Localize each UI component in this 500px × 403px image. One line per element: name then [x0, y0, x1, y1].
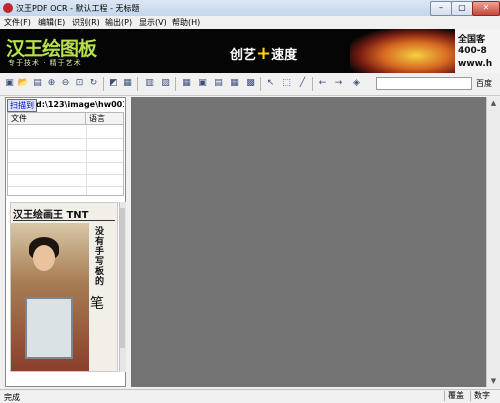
layout-grid-icon[interactable]: ▦	[228, 77, 241, 90]
save-icon[interactable]: ▤	[31, 77, 44, 90]
thumbnail-photo	[11, 223, 89, 371]
back-arrow-icon[interactable]: ←	[316, 77, 329, 90]
banner-promo: 全国客 400-8 www.h	[455, 29, 500, 73]
toolbar-separator	[103, 77, 104, 91]
status-numlock: 数字	[470, 391, 490, 401]
thumbnail-vertical-text: 没有手写板的	[95, 227, 105, 287]
thumbnail-calligraphy: 笔	[90, 296, 104, 312]
zoom-in-icon[interactable]: ⊕	[45, 77, 58, 90]
promo-line-3: www.h	[458, 59, 493, 69]
photo-drawing-board	[25, 297, 73, 359]
vertical-scrollbar[interactable]: ▲ ▼	[486, 97, 500, 387]
toolbar-separator	[260, 77, 261, 91]
open-icon[interactable]: 📂	[17, 77, 30, 90]
minimize-button[interactable]: –	[430, 1, 452, 16]
banner-swoosh-graphic	[350, 29, 460, 73]
zoom-out-icon[interactable]: ⊖	[59, 77, 72, 90]
title-bar: 汉王PDF OCR - 默认工程 - 无标题 – ▢ ✕	[0, 0, 500, 17]
menu-edit[interactable]: 编辑(E)	[38, 17, 65, 28]
left-panel: 扫描到 d:\123\image\hw001.tif 文件 语言 汉王绘画王 T…	[5, 97, 126, 387]
app-icon	[3, 3, 13, 13]
text-region-icon[interactable]: ▥	[143, 77, 156, 90]
forward-arrow-icon[interactable]: →	[332, 77, 345, 90]
thumbnail-header: 汉王绘画王 TNT	[13, 210, 89, 221]
toolbar-separator	[175, 77, 176, 91]
menu-recognize[interactable]: 识别(R)	[72, 17, 100, 28]
window-title: 汉王PDF OCR - 默认工程 - 无标题	[16, 4, 140, 13]
status-bar: 完成 覆盖 数字	[0, 389, 500, 403]
photo-face	[33, 245, 55, 271]
banner-ad[interactable]: 汉王绘图板 专于技术 · 精于艺术 创艺+速度 全国客 400-8 www.h	[0, 29, 500, 73]
toolbar: ▣ 📂 ▤ ⊕ ⊖ ⊡ ↻ ◩ ▦ ▥ ▨ ▦ ▣ ▤ ▦ ▩ ↖ ⬚ ╱ ← …	[0, 73, 500, 96]
search-engine-label[interactable]: 百度	[476, 78, 492, 89]
table-row[interactable]	[8, 150, 123, 151]
search-input[interactable]	[376, 77, 472, 90]
slogan-plus: +	[256, 43, 272, 64]
promo-line-1: 全国客	[458, 35, 486, 45]
table-row[interactable]	[8, 138, 123, 139]
column-divider	[86, 125, 87, 195]
layout-icon[interactable]: ▦	[121, 77, 134, 90]
zoom-fit-icon[interactable]: ⊡	[73, 77, 86, 90]
status-overwrite: 覆盖	[444, 391, 464, 401]
image-region-icon[interactable]: ▨	[159, 77, 172, 90]
maximize-button[interactable]: ▢	[451, 1, 473, 16]
erase-icon[interactable]: ◩	[107, 77, 120, 90]
page-thumbnail[interactable]: 汉王绘画王 TNT 没有手写板的 笔	[10, 202, 118, 372]
scan-icon[interactable]: ▣	[3, 77, 16, 90]
rotate-icon[interactable]: ↻	[87, 77, 100, 90]
scroll-up-icon[interactable]: ▲	[487, 97, 500, 109]
banner-logo-text: 汉王绘图板	[6, 38, 97, 60]
close-button[interactable]: ✕	[472, 1, 500, 16]
status-text: 完成	[4, 393, 20, 402]
menu-bar: 文件(F) 编辑(E) 识别(R) 输出(P) 显示(V) 帮助(H)	[0, 16, 500, 29]
menu-help[interactable]: 帮助(H)	[172, 17, 200, 28]
table-row[interactable]	[8, 162, 123, 163]
banner-slogan: 创艺+速度	[230, 43, 297, 64]
slogan-left: 创艺	[230, 48, 257, 63]
document-canvas[interactable]	[131, 97, 486, 387]
toolbar-separator	[137, 77, 138, 91]
table-icon[interactable]: ▩	[244, 77, 257, 90]
menu-view[interactable]: 显示(V)	[139, 17, 167, 28]
line-icon[interactable]: ╱	[296, 77, 309, 90]
thumbnail-rule	[13, 220, 115, 221]
image-path: d:\123\image\hw001.tif	[36, 100, 124, 109]
column-header-file[interactable]: 文件	[8, 113, 86, 125]
thumbnail-scroll-thumb[interactable]	[120, 208, 125, 348]
recognize-icon[interactable]: ▣	[196, 77, 209, 90]
table-region-icon[interactable]: ▦	[180, 77, 193, 90]
table-row[interactable]	[8, 186, 123, 187]
export-icon[interactable]: ▤	[212, 77, 225, 90]
table-row[interactable]	[8, 174, 123, 175]
slogan-right: 速度	[271, 48, 298, 63]
select-region-icon[interactable]: ⬚	[280, 77, 293, 90]
settings-icon[interactable]: ◈	[350, 77, 363, 90]
scan-to-tab[interactable]: 扫描到	[7, 99, 37, 112]
toolbar-separator	[312, 77, 313, 91]
menu-file[interactable]: 文件(F)	[4, 17, 31, 28]
file-list-table[interactable]: 文件 语言	[7, 112, 124, 196]
promo-line-2: 400-8	[458, 46, 487, 56]
banner-logo-tagline: 专于技术 · 精于艺术	[8, 59, 82, 67]
scroll-down-icon[interactable]: ▼	[487, 375, 500, 387]
menu-output[interactable]: 输出(P)	[105, 17, 132, 28]
pointer-icon[interactable]: ↖	[264, 77, 277, 90]
banner-logo: 汉王绘图板 专于技术 · 精于艺术	[2, 34, 110, 70]
column-header-language[interactable]: 语言	[86, 113, 123, 125]
